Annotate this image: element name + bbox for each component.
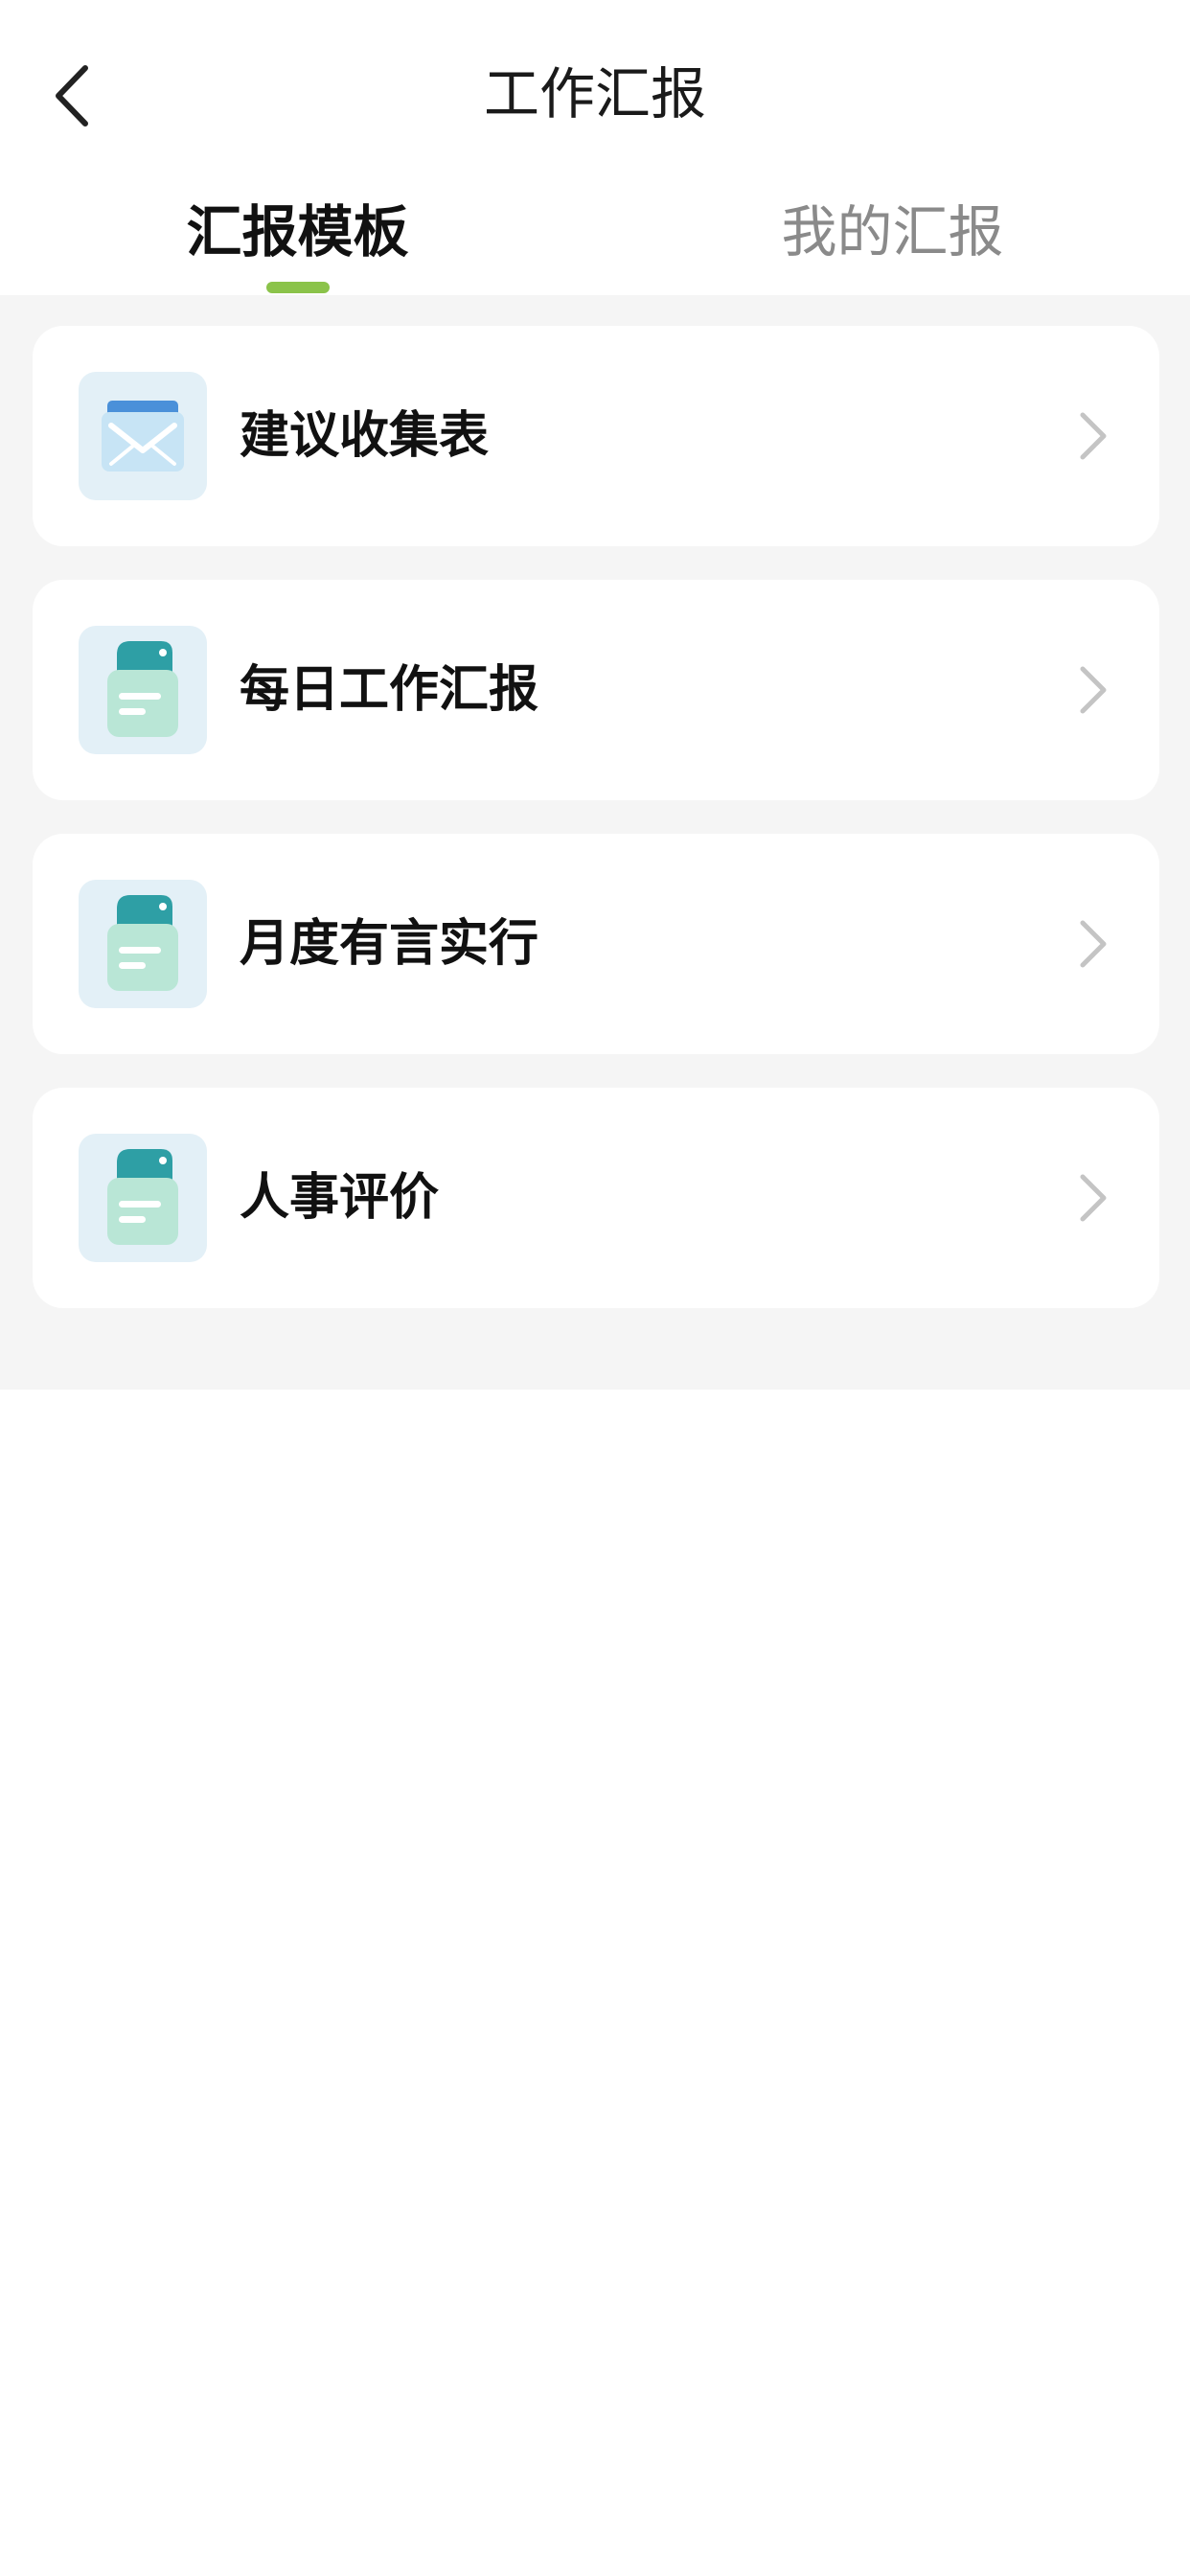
tab-report-templates[interactable]: 汇报模板 [0, 182, 595, 295]
chevron-right-icon [1080, 1174, 1107, 1222]
list-item-label: 人事评价 [240, 1169, 440, 1227]
document-icon [79, 626, 207, 754]
list-item-label: 建议收集表 [240, 407, 490, 465]
tab-my-reports[interactable]: 我的汇报 [595, 182, 1190, 295]
list-item[interactable]: 建议收集表 [33, 326, 1159, 546]
list-item[interactable]: 月度有言实行 [33, 834, 1159, 1054]
template-list: 建议收集表 每日工作汇报 月度有言实行 人事评价 [0, 295, 1190, 1390]
chevron-right-icon [1080, 412, 1107, 460]
list-item-label: 月度有言实行 [240, 915, 539, 973]
tab-label: 我的汇报 [781, 199, 1004, 264]
page-title: 工作汇报 [483, 61, 706, 126]
tab-label: 汇报模板 [186, 199, 409, 264]
document-icon [79, 880, 207, 1008]
list-item-label: 每日工作汇报 [240, 661, 539, 719]
navigation-bar: 工作汇报 [0, 0, 1190, 182]
tab-bar: 汇报模板 我的汇报 [0, 182, 1190, 295]
chevron-right-icon [1080, 920, 1107, 968]
list-item[interactable]: 人事评价 [33, 1088, 1159, 1308]
chevron-right-icon [1080, 666, 1107, 714]
document-icon [79, 1134, 207, 1262]
list-item[interactable]: 每日工作汇报 [33, 580, 1159, 800]
active-tab-indicator [266, 282, 330, 293]
envelope-icon [79, 372, 207, 500]
